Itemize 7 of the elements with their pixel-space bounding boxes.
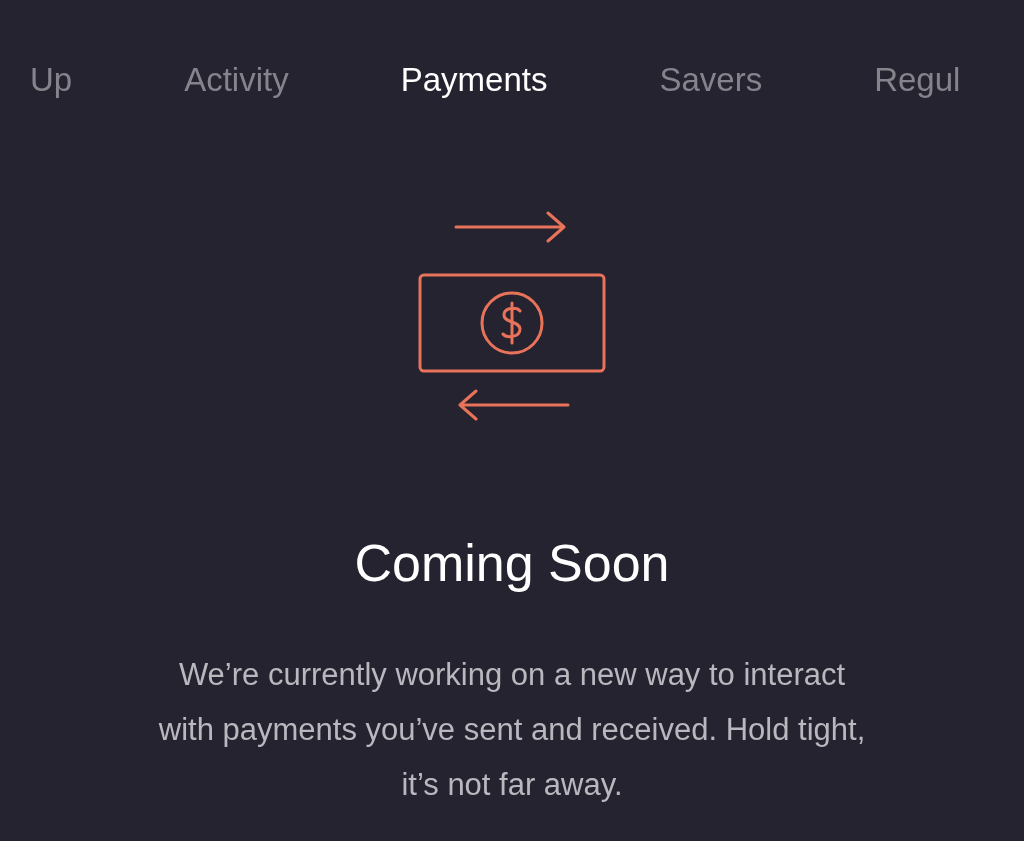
tab[interactable]: Regul <box>874 58 961 102</box>
tab[interactable]: Activity <box>184 58 289 102</box>
message: We’re currently working on a new way to interact with payments you’ve sent and received. Hold tight, it’s not far away. <box>157 656 867 804</box>
tab[interactable]: Savers <box>659 58 763 102</box>
title: Coming Soon <box>354 533 670 594</box>
tab[interactable]: Up <box>30 58 73 102</box>
tab[interactable]: Payments <box>400 58 548 102</box>
